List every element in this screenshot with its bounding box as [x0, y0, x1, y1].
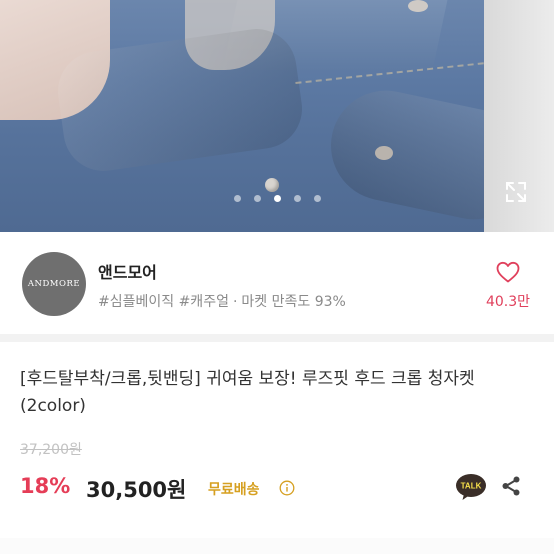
- seller-tags[interactable]: #심플베이직 #캐주얼: [98, 294, 229, 310]
- original-price: 37,200원: [20, 442, 82, 458]
- free-shipping-badge: 무료배송: [208, 482, 260, 498]
- like-count: 40.3만: [485, 294, 531, 310]
- gallery-dot[interactable]: [293, 195, 301, 202]
- image-button: [265, 178, 279, 192]
- gallery-dot[interactable]: [313, 195, 321, 202]
- heart-icon[interactable]: [495, 260, 521, 284]
- discount-rate: 18%: [20, 474, 71, 498]
- product-title: [후드탈부착/크롭,뒷밴딩] 귀여움 보장! 루즈핏 후드 크롭 청자켓 (2c…: [20, 369, 475, 416]
- seller-satisfaction: 마켓 만족도 93%: [241, 294, 346, 310]
- gallery-dot-active[interactable]: [273, 195, 281, 202]
- image-button: [408, 0, 428, 12]
- product-image[interactable]: [0, 0, 554, 232]
- seller-name[interactable]: 앤드모어: [98, 259, 157, 283]
- seller-avatar[interactable]: ANDMORE: [22, 252, 86, 316]
- share-icon[interactable]: [499, 474, 523, 498]
- svg-text:TALK: TALK: [461, 482, 482, 491]
- expand-icon[interactable]: [504, 180, 528, 204]
- gallery-dot[interactable]: [233, 195, 241, 202]
- sale-price: 30,500원: [86, 478, 187, 502]
- kakao-talk-icon[interactable]: TALK: [455, 473, 487, 501]
- gallery-dot[interactable]: [253, 195, 261, 202]
- gallery-indicator: [0, 195, 554, 205]
- image-button: [375, 146, 393, 160]
- seller-meta: #심플베이직 #캐주얼 · 마켓 만족도 93%: [98, 291, 346, 311]
- separator: ·: [232, 294, 238, 310]
- bottom-bar: [0, 538, 554, 554]
- seller-logo-text: ANDMORE: [27, 279, 81, 289]
- section-divider: [0, 334, 554, 342]
- info-icon[interactable]: [279, 480, 295, 496]
